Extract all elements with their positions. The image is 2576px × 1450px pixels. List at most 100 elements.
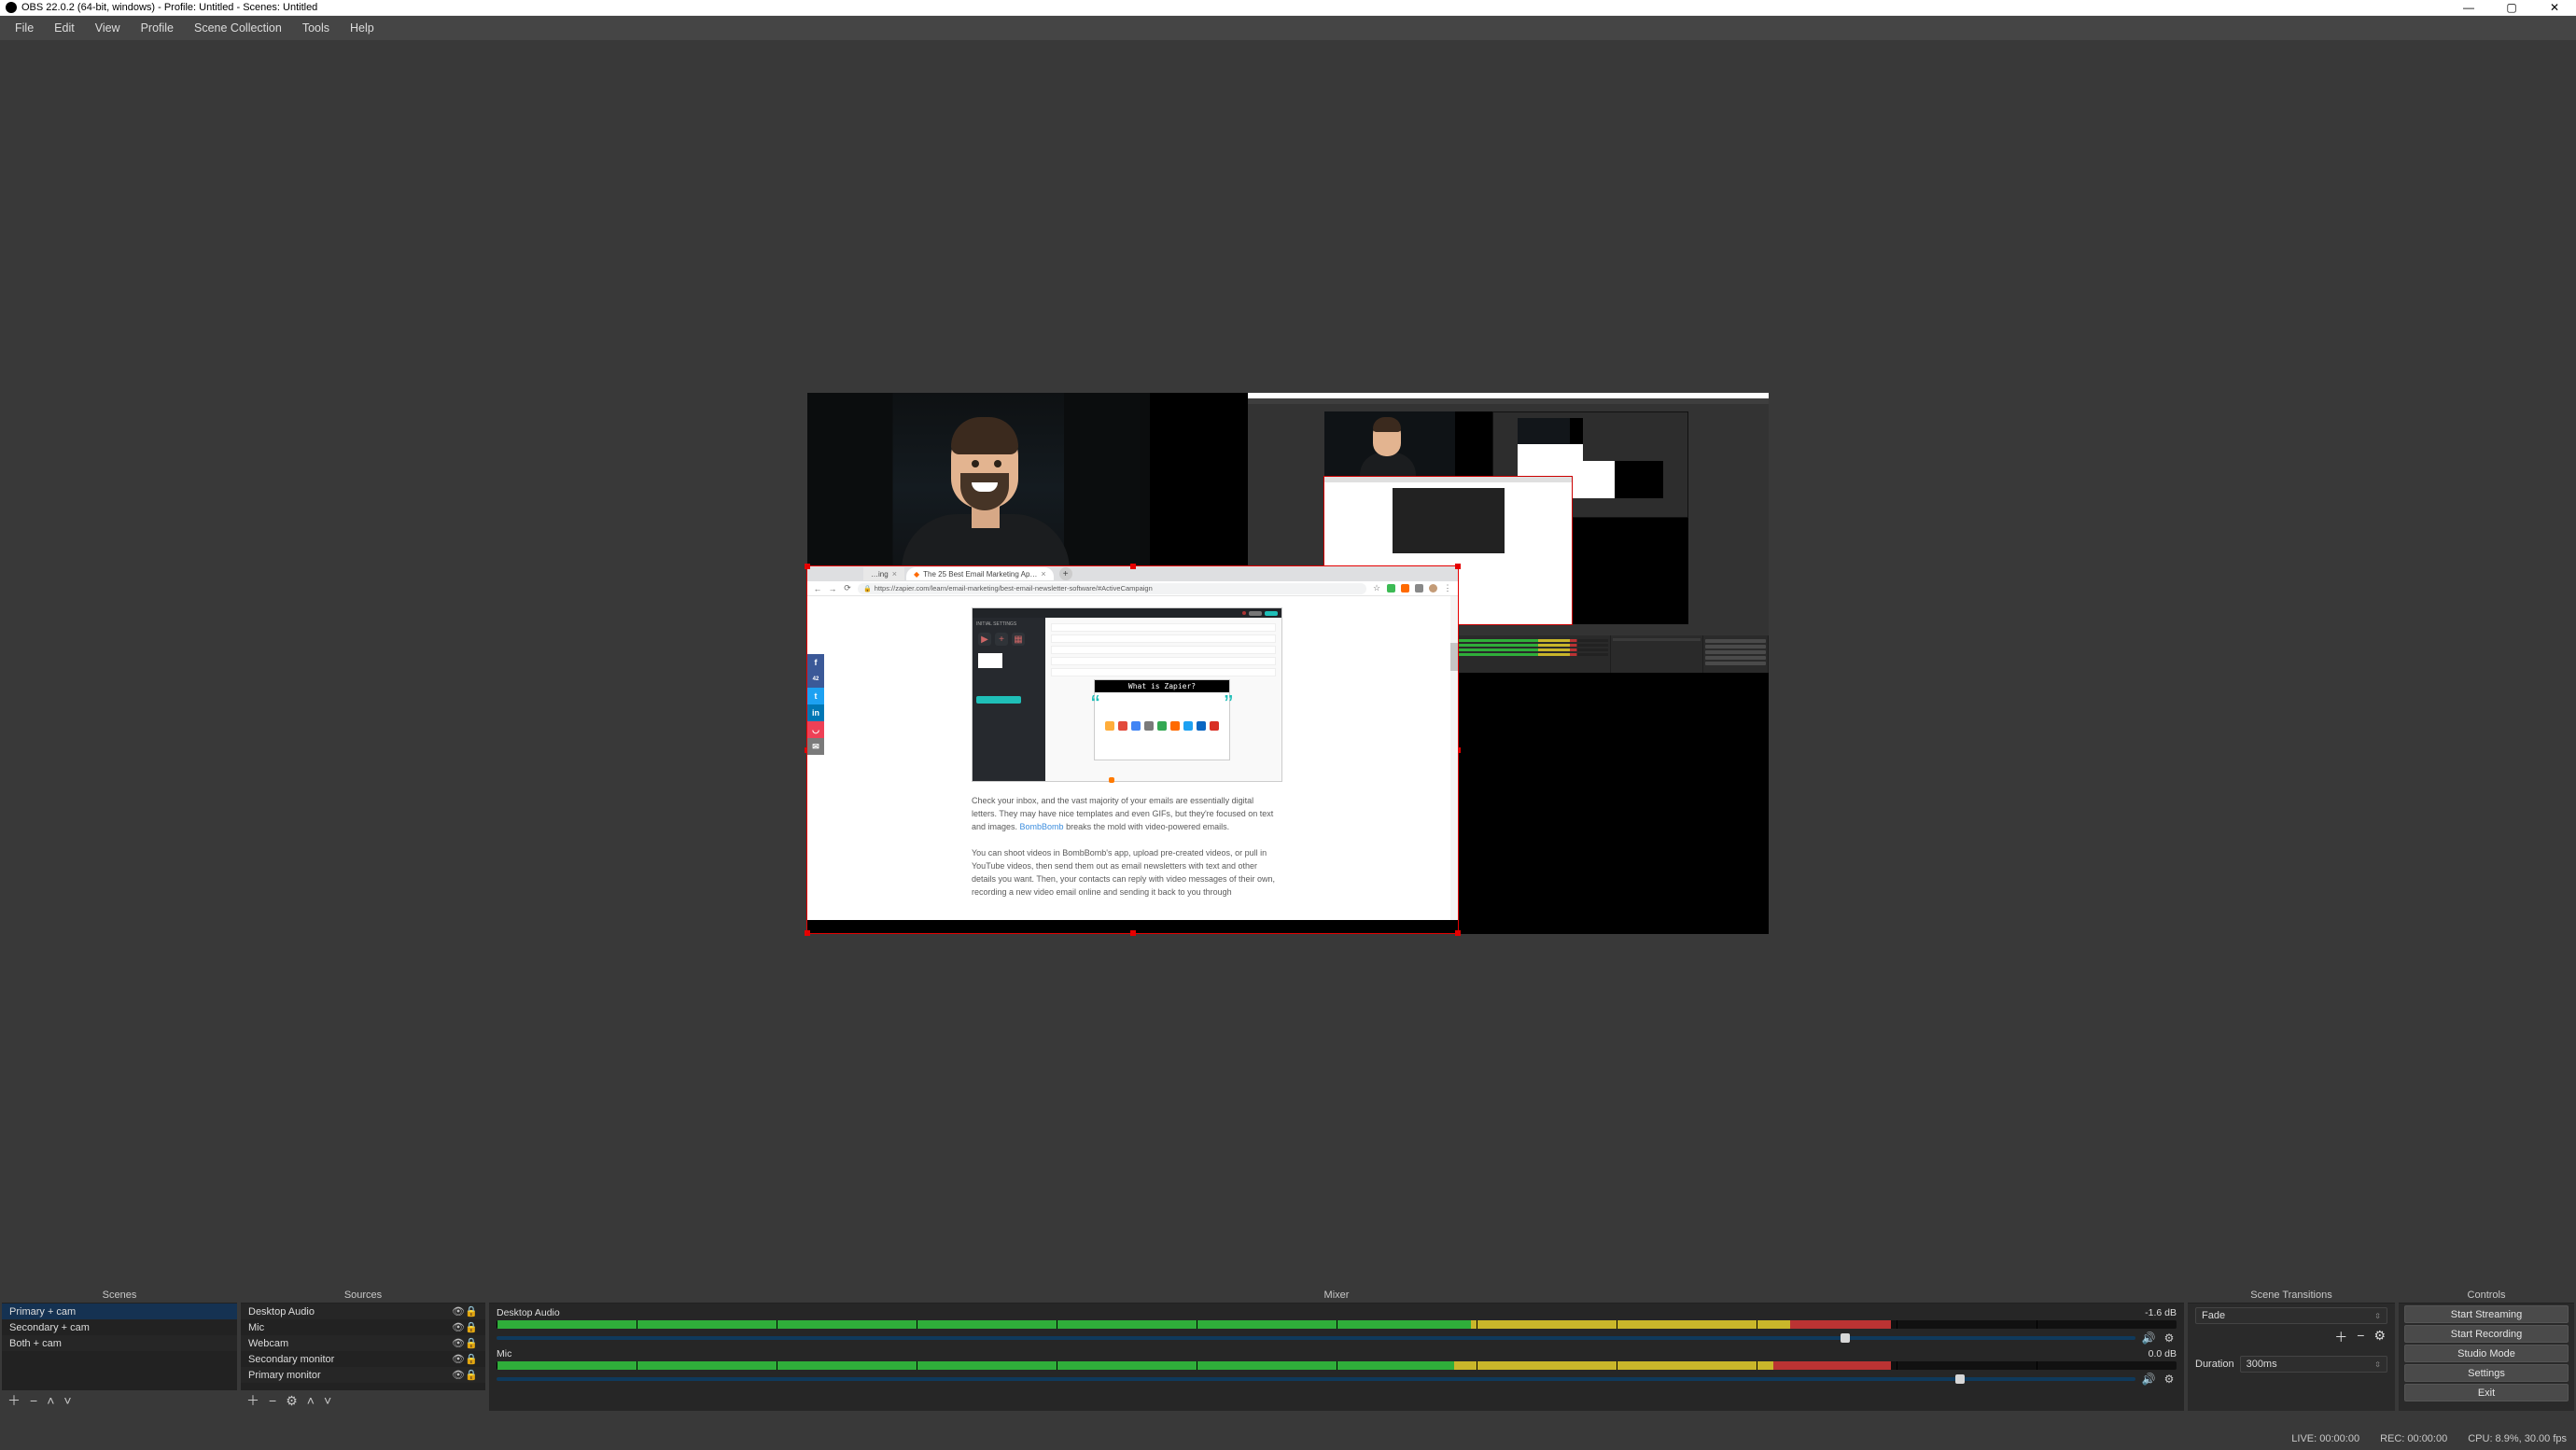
- settings-button[interactable]: Settings: [2404, 1364, 2569, 1382]
- menu-help[interactable]: Help: [341, 18, 384, 38]
- gear-icon[interactable]: ⚙: [2162, 1373, 2177, 1386]
- extension-icon[interactable]: [1401, 584, 1409, 593]
- remove-icon[interactable]: −: [2357, 1328, 2364, 1346]
- status-rec: REC: 00:00:00: [2380, 1433, 2447, 1444]
- scrollbar[interactable]: [1450, 596, 1458, 920]
- menu-profile[interactable]: Profile: [132, 18, 183, 38]
- source-item[interactable]: Secondary monitor 👁 🔒: [241, 1351, 485, 1367]
- social-share-rail: f 42 t in ◡ ✉: [807, 654, 824, 755]
- close-icon[interactable]: ×: [892, 569, 897, 579]
- browser-tab-inactive[interactable]: …ing×: [863, 567, 904, 580]
- speaker-icon[interactable]: 🔊: [2141, 1373, 2156, 1386]
- menu-edit[interactable]: Edit: [45, 18, 84, 38]
- sources-header: Sources: [241, 1287, 485, 1304]
- menu-tools[interactable]: Tools: [293, 18, 339, 38]
- nav-forward-icon[interactable]: →: [828, 584, 837, 593]
- move-up-icon[interactable]: ˄: [47, 1394, 54, 1407]
- add-icon[interactable]: ＋: [246, 1394, 259, 1407]
- lock-icon[interactable]: 🔒: [465, 1353, 478, 1365]
- lock-icon[interactable]: 🔒: [465, 1337, 478, 1349]
- source-webcam[interactable]: [807, 393, 1150, 565]
- address-bar[interactable]: 🔒 https://zapier.com/learn/email-marketi…: [858, 583, 1366, 594]
- speaker-icon[interactable]: 🔊: [2141, 1331, 2156, 1345]
- menu-file[interactable]: File: [6, 18, 43, 38]
- close-icon[interactable]: ×: [1041, 569, 1045, 579]
- gear-icon[interactable]: ⚙: [286, 1394, 298, 1407]
- pocket-icon[interactable]: ◡: [807, 721, 824, 738]
- scene-item[interactable]: Secondary + cam: [2, 1319, 237, 1335]
- browser-viewport[interactable]: f 42 t in ◡ ✉ INITIAL SETTINGS: [807, 596, 1458, 920]
- source-item[interactable]: Mic 👁 🔒: [241, 1319, 485, 1335]
- extension-icon[interactable]: [1387, 584, 1395, 593]
- lock-icon[interactable]: 🔒: [465, 1369, 478, 1381]
- mail-icon[interactable]: ✉: [807, 738, 824, 755]
- facebook-icon[interactable]: f: [807, 654, 824, 671]
- nav-back-icon[interactable]: ←: [813, 584, 822, 593]
- visibility-icon[interactable]: 👁: [452, 1369, 465, 1381]
- mixer-panel: Mixer Desktop Audio -1.6 dB: [489, 1287, 2184, 1411]
- source-primary-monitor[interactable]: …ing× ◆The 25 Best Email Marketing Ap…× …: [807, 566, 1458, 933]
- gear-icon[interactable]: ⚙: [2162, 1331, 2177, 1345]
- preview-canvas[interactable]: …ing× ◆The 25 Best Email Marketing Ap…× …: [807, 393, 1769, 934]
- audio-meter: [497, 1361, 2177, 1370]
- browser-tab-active[interactable]: ◆The 25 Best Email Marketing Ap…×: [906, 567, 1054, 580]
- mixer-track-mic: Mic 0.0 dB 🔊 ⚙: [489, 1346, 2184, 1387]
- remove-icon[interactable]: −: [30, 1394, 37, 1407]
- remove-icon[interactable]: −: [269, 1394, 276, 1407]
- transition-select[interactable]: Fade⇳: [2195, 1307, 2387, 1324]
- studio-mode-button[interactable]: Studio Mode: [2404, 1345, 2569, 1362]
- source-item[interactable]: Primary monitor 👁 🔒: [241, 1367, 485, 1383]
- menu-view[interactable]: View: [86, 18, 130, 38]
- linkedin-icon[interactable]: in: [807, 704, 824, 721]
- scene-item[interactable]: Primary + cam: [2, 1304, 237, 1319]
- chevron-updown-icon: ⇳: [2374, 1312, 2381, 1320]
- gear-icon[interactable]: ⚙: [2373, 1328, 2386, 1346]
- visibility-icon[interactable]: 👁: [452, 1305, 465, 1318]
- scenes-toolbar: ＋ − ˄ ˅: [2, 1390, 237, 1411]
- add-icon[interactable]: ＋: [2334, 1328, 2347, 1346]
- move-down-icon[interactable]: ˅: [324, 1394, 331, 1407]
- sources-panel: Sources Desktop Audio 👁 🔒 Mic 👁 🔒 Webcam…: [241, 1287, 485, 1411]
- chevron-updown-icon: ⇳: [2374, 1360, 2381, 1369]
- visibility-icon[interactable]: 👁: [452, 1337, 465, 1349]
- start-recording-button[interactable]: Start Recording: [2404, 1325, 2569, 1343]
- scene-item[interactable]: Both + cam: [2, 1335, 237, 1351]
- star-icon[interactable]: ☆: [1372, 584, 1381, 593]
- source-item[interactable]: Desktop Audio 👁 🔒: [241, 1304, 485, 1319]
- share-count: 42: [807, 671, 824, 688]
- docks-row: Scenes Primary + cam Secondary + cam Bot…: [0, 1287, 2576, 1413]
- visibility-icon[interactable]: 👁: [452, 1353, 465, 1365]
- extension-icon[interactable]: [1415, 584, 1423, 593]
- lock-icon[interactable]: 🔒: [465, 1321, 478, 1333]
- visibility-icon[interactable]: 👁: [452, 1321, 465, 1333]
- exit-button[interactable]: Exit: [2404, 1384, 2569, 1401]
- window-close-button[interactable]: ✕: [2533, 0, 2576, 16]
- sources-list[interactable]: Desktop Audio 👁 🔒 Mic 👁 🔒 Webcam 👁 🔒 Sec…: [241, 1304, 485, 1390]
- window-minimize-button[interactable]: —: [2447, 0, 2490, 16]
- nav-reload-icon[interactable]: ⟳: [843, 584, 852, 593]
- menu-kebab-icon[interactable]: ⋮: [1443, 584, 1452, 593]
- audio-meter: [497, 1320, 2177, 1329]
- scenes-list[interactable]: Primary + cam Secondary + cam Both + cam: [2, 1304, 237, 1390]
- source-item[interactable]: Webcam 👁 🔒: [241, 1335, 485, 1351]
- bombbomb-link[interactable]: BombBomb: [1020, 822, 1064, 831]
- move-down-icon[interactable]: ˅: [63, 1394, 71, 1407]
- move-up-icon[interactable]: ˄: [307, 1394, 315, 1407]
- add-icon[interactable]: ＋: [7, 1394, 21, 1407]
- window-maximize-button[interactable]: ▢: [2490, 0, 2533, 16]
- start-streaming-button[interactable]: Start Streaming: [2404, 1305, 2569, 1323]
- article-paragraph: You can shoot videos in BombBomb's app, …: [972, 847, 1281, 899]
- controls-header: Controls: [2399, 1287, 2574, 1304]
- duration-field[interactable]: 300ms⇳: [2240, 1356, 2387, 1373]
- twitter-icon[interactable]: t: [807, 688, 824, 704]
- volume-slider[interactable]: [497, 1377, 2135, 1381]
- menu-scene-collection[interactable]: Scene Collection: [185, 18, 291, 38]
- new-tab-button[interactable]: +: [1059, 567, 1072, 580]
- lock-icon[interactable]: 🔒: [465, 1305, 478, 1318]
- volume-slider[interactable]: [497, 1336, 2135, 1340]
- status-bar: LIVE: 00:00:00 REC: 00:00:00 CPU: 8.9%, …: [0, 1413, 2576, 1450]
- mixer-track-name: Desktop Audio: [497, 1307, 560, 1318]
- window-titlebar: OBS 22.0.2 (64-bit, windows) - Profile: …: [0, 0, 2576, 16]
- avatar-icon[interactable]: [1429, 584, 1437, 593]
- status-cpu: CPU: 8.9%, 30.00 fps: [2468, 1433, 2567, 1444]
